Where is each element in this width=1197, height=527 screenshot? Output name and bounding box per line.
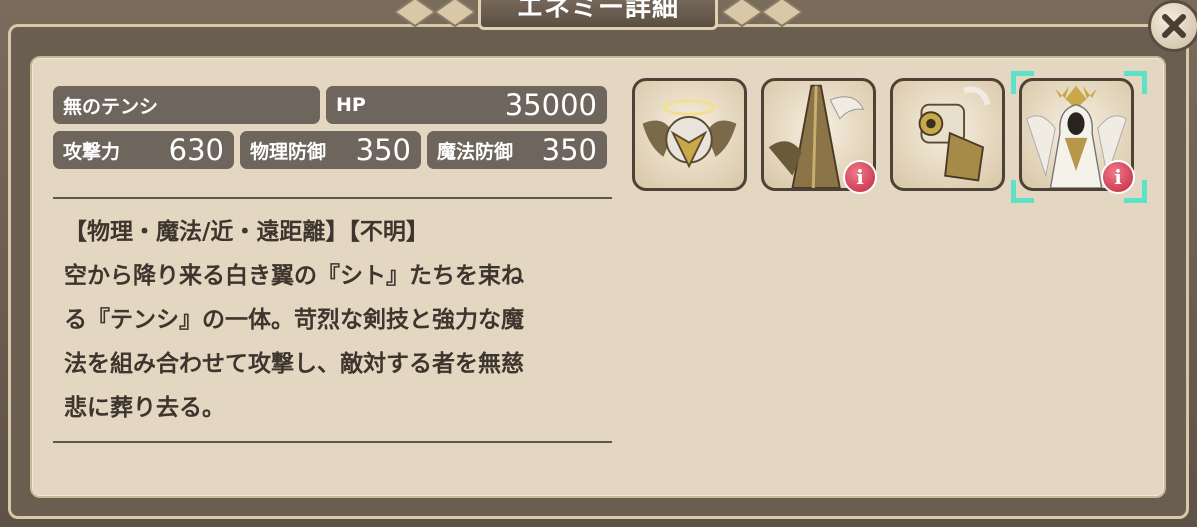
enemy-description: 【物理・魔法/近・遠距離】【不明】 空から降り来る白き翼の『シト』たちを束ね る… bbox=[64, 210, 612, 430]
hp-pill: HP 35000 bbox=[326, 86, 607, 124]
description-tags: 【物理・魔法/近・遠距離】【不明】 bbox=[64, 219, 429, 245]
winged-helmet-icon bbox=[642, 99, 737, 169]
magic-defense-pill: 魔法防御 350 bbox=[427, 131, 607, 169]
enemy-name: 無のテンシ bbox=[63, 95, 159, 118]
dialog-title: エネミー詳細 bbox=[478, 0, 718, 30]
selection-corner-tl bbox=[1011, 71, 1034, 94]
enemy-name-pill: 無のテンシ bbox=[53, 86, 320, 124]
armored-cannon-icon bbox=[918, 86, 991, 182]
hp-value: 35000 bbox=[504, 88, 597, 122]
attack-value: 630 bbox=[168, 133, 224, 167]
physical-defense-value: 350 bbox=[355, 133, 411, 167]
description-divider-bottom bbox=[53, 441, 612, 443]
description-divider-top bbox=[53, 197, 612, 199]
close-button[interactable] bbox=[1148, 0, 1197, 52]
enemy-portrait-3[interactable] bbox=[890, 78, 1005, 191]
enemy-portrait-1[interactable] bbox=[632, 78, 747, 191]
title-ornament-left bbox=[395, 0, 475, 28]
physical-defense-label: 物理防御 bbox=[250, 140, 327, 163]
hp-label: HP bbox=[336, 94, 366, 116]
description-line: る『テンシ』の一体。苛烈な剣技と強力な魔 bbox=[64, 307, 524, 333]
selection-corner-bl bbox=[1011, 180, 1034, 203]
magic-defense-value: 350 bbox=[541, 133, 597, 167]
description-line: 悲に葬り去る。 bbox=[64, 395, 225, 421]
description-line: 空から降り来る白き翼の『シト』たちを束ね bbox=[64, 263, 524, 289]
magic-defense-label: 魔法防御 bbox=[437, 140, 514, 163]
attack-pill: 攻撃力 630 bbox=[53, 131, 234, 169]
attack-label: 攻撃力 bbox=[63, 140, 121, 163]
selection-corner-tr bbox=[1124, 71, 1147, 94]
close-icon bbox=[1162, 14, 1186, 38]
selection-corner-br bbox=[1124, 180, 1147, 203]
dialog-frame: エネミー詳細 無のテンシ HP 35000 攻撃力 630 物理防御 350 魔… bbox=[0, 0, 1197, 527]
title-ornament-right bbox=[722, 0, 802, 28]
physical-defense-pill: 物理防御 350 bbox=[240, 131, 421, 169]
info-badge-2[interactable]: i bbox=[843, 160, 877, 194]
description-line: 法を組み合わせて攻撃し、敵対する者を無慈 bbox=[64, 351, 524, 377]
